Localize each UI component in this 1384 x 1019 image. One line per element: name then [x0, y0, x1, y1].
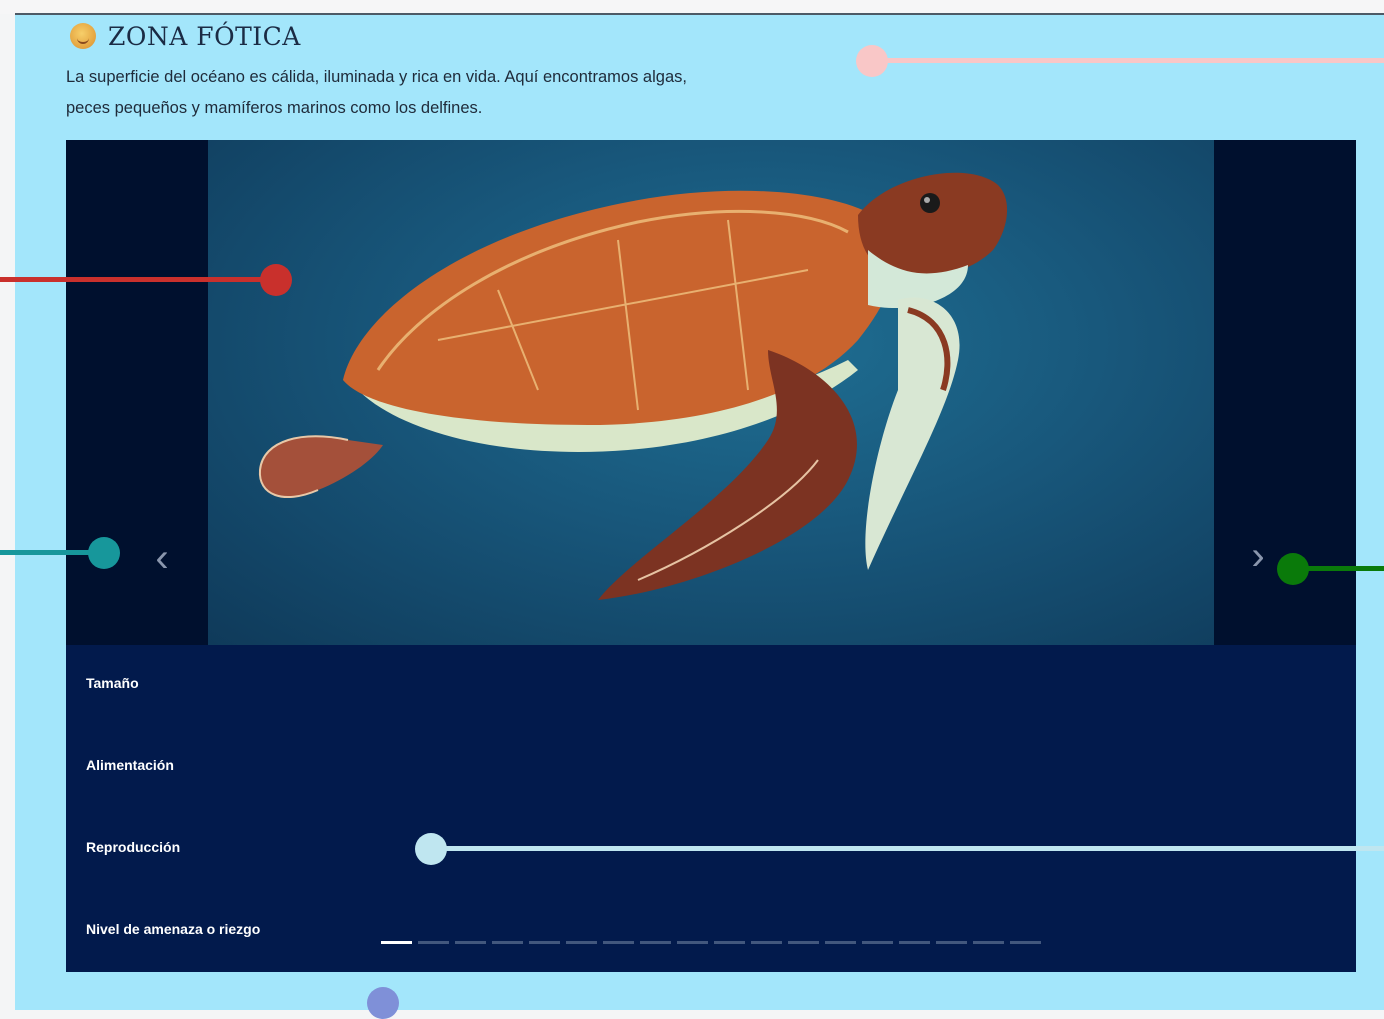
carousel-prev-button[interactable]: ‹ [148, 538, 176, 578]
carousel-indicators [381, 941, 1041, 944]
carousel-indicator[interactable] [862, 941, 893, 944]
carousel-indicator[interactable] [899, 941, 930, 944]
carousel-indicator[interactable] [677, 941, 708, 944]
accordion-item-tamano[interactable]: Tamaño [86, 675, 139, 691]
carousel-indicator[interactable] [418, 941, 449, 944]
annotation-marker-lightblue [415, 833, 447, 865]
chevron-right-icon: › [1251, 534, 1265, 578]
smiley-sun-icon [70, 23, 96, 49]
accordion-item-amenaza[interactable]: Nivel de amenaza o riezgo [86, 921, 260, 937]
carousel-indicator[interactable] [936, 941, 967, 944]
section-header: ZONA FÓTICA [70, 19, 301, 53]
carousel-indicator[interactable] [640, 941, 671, 944]
carousel-indicator[interactable] [788, 941, 819, 944]
annotation-marker-red [260, 264, 292, 296]
annotation-marker-periwinkle [367, 987, 399, 1019]
description-line-1: La superficie del océano es cálida, ilum… [66, 68, 687, 86]
image-frame: ‹ › [66, 140, 1356, 645]
carousel-indicator[interactable] [381, 941, 412, 944]
accordion-item-reproduccion[interactable]: Reproducción [86, 839, 180, 855]
carousel-indicator[interactable] [973, 941, 1004, 944]
annotation-line-red [0, 277, 276, 282]
carousel-indicator[interactable] [455, 941, 486, 944]
accordion-item-alimentacion[interactable]: Alimentación [86, 757, 174, 773]
carousel-next-button[interactable]: › [1244, 536, 1272, 576]
annotation-marker-teal [88, 537, 120, 569]
carousel-indicator[interactable] [566, 941, 597, 944]
carousel-indicator[interactable] [1010, 941, 1041, 944]
page-title: ZONA FÓTICA [108, 21, 301, 51]
annotation-marker-green [1277, 553, 1309, 585]
description-line-2: peces pequeños y mamíferos marinos como … [66, 99, 483, 117]
annotation-marker-pink [856, 45, 888, 77]
annotation-line-pink [872, 58, 1384, 63]
carousel-indicator[interactable] [492, 941, 523, 944]
sea-turtle-illustration [258, 172, 1008, 600]
carousel-indicator[interactable] [714, 941, 745, 944]
chevron-left-icon: ‹ [155, 536, 169, 580]
top-bar [0, 0, 1384, 14]
section-description: La superficie del océano es cálida, ilum… [66, 62, 806, 124]
annotation-line-lightblue [431, 846, 1384, 851]
carousel-indicator[interactable] [825, 941, 856, 944]
sea-turtle-photo [208, 140, 1214, 645]
carousel-indicator[interactable] [529, 941, 560, 944]
carousel-indicator[interactable] [751, 941, 782, 944]
carousel-indicator[interactable] [603, 941, 634, 944]
